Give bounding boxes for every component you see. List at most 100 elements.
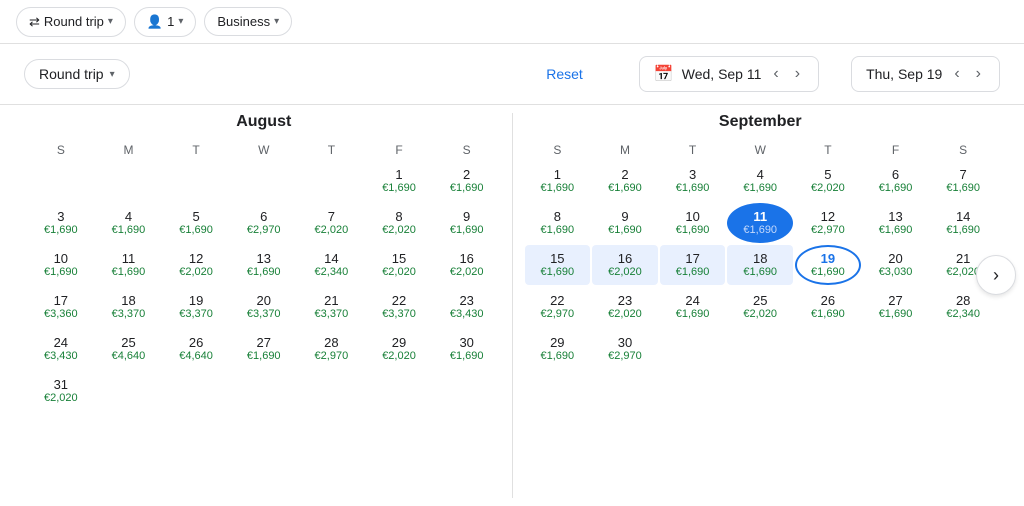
day-cell[interactable]: 29€2,020 bbox=[366, 329, 432, 369]
day-cell[interactable]: 21€3,370 bbox=[299, 287, 365, 327]
day-cell[interactable]: 11€1,690 bbox=[727, 203, 793, 243]
day-cell[interactable]: 24€3,430 bbox=[28, 329, 94, 369]
day-cell[interactable]: 13€1,690 bbox=[231, 245, 297, 285]
main-layout: Vienna VIE ⊞ All filters (1) Etihad ✕ S … bbox=[0, 44, 1024, 506]
aug-header-f: F bbox=[366, 139, 432, 161]
day-cell[interactable]: 3€1,690 bbox=[28, 203, 94, 243]
august-calendar: August S M T W T F S 1€1,6902€1,6903€1,6… bbox=[16, 105, 512, 506]
reset-btn[interactable]: Reset bbox=[546, 66, 583, 82]
day-cell[interactable]: 15€2,020 bbox=[366, 245, 432, 285]
aug-header-t2: T bbox=[299, 139, 365, 161]
day-cell[interactable]: 19€3,370 bbox=[163, 287, 229, 327]
return-date: Thu, Sep 19 bbox=[866, 66, 942, 82]
return-next-btn[interactable]: › bbox=[972, 63, 985, 85]
aug-header-s2: S bbox=[434, 139, 500, 161]
departure-prev-btn[interactable]: ‹ bbox=[769, 63, 782, 85]
class-label: Business bbox=[217, 14, 270, 29]
day-cell[interactable]: 6€2,970 bbox=[231, 203, 297, 243]
sep-header-t2: T bbox=[795, 139, 861, 161]
cal-round-trip-label: Round trip bbox=[39, 66, 104, 82]
day-cell[interactable]: 11€1,690 bbox=[96, 245, 162, 285]
day-cell[interactable]: 12€2,020 bbox=[163, 245, 229, 285]
day-cell[interactable]: 12€2,970 bbox=[795, 203, 861, 243]
return-date-selector[interactable]: Thu, Sep 19 ‹ › bbox=[851, 56, 1000, 92]
sep-header-m: M bbox=[592, 139, 658, 161]
day-cell[interactable]: 16€2,020 bbox=[592, 245, 658, 285]
day-cell[interactable]: 14€2,340 bbox=[299, 245, 365, 285]
day-cell[interactable]: 16€2,020 bbox=[434, 245, 500, 285]
class-btn[interactable]: Business ▾ bbox=[204, 7, 292, 36]
day-cell[interactable]: 2€1,690 bbox=[434, 161, 500, 201]
august-days: 1€1,6902€1,690 3€1,6904€1,6905€1,6906€2,9… bbox=[28, 161, 500, 411]
day-cell[interactable]: 30€2,970 bbox=[592, 329, 658, 369]
chevron-down-icon: ▾ bbox=[110, 69, 115, 80]
day-cell[interactable]: 31€2,020 bbox=[28, 371, 94, 411]
day-cell[interactable]: 29€1,690 bbox=[525, 329, 591, 369]
day-cell[interactable]: 27€1,690 bbox=[231, 329, 297, 369]
departure-next-btn[interactable]: › bbox=[791, 63, 804, 85]
sep-header-s2: S bbox=[930, 139, 996, 161]
day-cell[interactable]: 14€1,690 bbox=[930, 203, 996, 243]
day-cell[interactable]: 17€1,690 bbox=[660, 245, 726, 285]
day-cell[interactable]: 9€1,690 bbox=[434, 203, 500, 243]
day-cell[interactable]: 28€2,970 bbox=[299, 329, 365, 369]
day-cell[interactable]: 15€1,690 bbox=[525, 245, 591, 285]
day-cell[interactable]: 3€1,690 bbox=[660, 161, 726, 201]
sep-header-w: W bbox=[727, 139, 793, 161]
august-title: August bbox=[28, 113, 500, 131]
day-cell[interactable]: 7€2,020 bbox=[299, 203, 365, 243]
day-cell[interactable]: 18€3,370 bbox=[96, 287, 162, 327]
day-cell[interactable]: 18€1,690 bbox=[727, 245, 793, 285]
day-cell[interactable]: 10€1,690 bbox=[28, 245, 94, 285]
day-cell[interactable]: 1€1,690 bbox=[366, 161, 432, 201]
roundtrip-icon: ⇄ bbox=[29, 14, 40, 30]
return-prev-btn[interactable]: ‹ bbox=[950, 63, 963, 85]
day-cell-empty bbox=[163, 161, 229, 201]
day-cell[interactable]: 4€1,690 bbox=[727, 161, 793, 201]
day-cell[interactable]: 22€2,970 bbox=[525, 287, 591, 327]
day-cell[interactable]: 25€2,020 bbox=[727, 287, 793, 327]
day-cell[interactable]: 20€3,030 bbox=[863, 245, 929, 285]
round-trip-nav-btn[interactable]: ⇄ Round trip ▾ bbox=[16, 7, 126, 37]
day-cell[interactable]: 7€1,690 bbox=[930, 161, 996, 201]
day-cell[interactable]: 13€1,690 bbox=[863, 203, 929, 243]
day-cell[interactable]: 24€1,690 bbox=[660, 287, 726, 327]
day-cell[interactable]: 9€1,690 bbox=[592, 203, 658, 243]
day-cell[interactable]: 23€3,430 bbox=[434, 287, 500, 327]
person-icon: 👤 bbox=[147, 14, 163, 30]
sep-header-t1: T bbox=[660, 139, 726, 161]
day-cell[interactable]: 5€2,020 bbox=[795, 161, 861, 201]
calendar-next-btn[interactable]: › bbox=[976, 255, 1016, 295]
day-cell[interactable]: 4€1,690 bbox=[96, 203, 162, 243]
day-cell[interactable]: 25€4,640 bbox=[96, 329, 162, 369]
day-cell[interactable]: 27€1,690 bbox=[863, 287, 929, 327]
day-cell[interactable]: 17€3,360 bbox=[28, 287, 94, 327]
day-cell[interactable]: 23€2,020 bbox=[592, 287, 658, 327]
september-title: September bbox=[525, 113, 997, 131]
day-cell[interactable]: 26€4,640 bbox=[163, 329, 229, 369]
day-cell[interactable]: 5€1,690 bbox=[163, 203, 229, 243]
day-cell[interactable]: 6€1,690 bbox=[863, 161, 929, 201]
day-cell[interactable]: 22€3,370 bbox=[366, 287, 432, 327]
day-cell[interactable]: 20€3,370 bbox=[231, 287, 297, 327]
september-days: 1€1,6902€1,6903€1,6904€1,6905€2,0206€1,6… bbox=[525, 161, 997, 369]
departure-date-selector[interactable]: 📅 Wed, Sep 11 ‹ › bbox=[639, 56, 819, 92]
calendar-overlay: Round trip ▾ Reset 📅 Wed, Sep 11 ‹ › Thu… bbox=[0, 44, 1024, 506]
aug-header-t1: T bbox=[163, 139, 229, 161]
day-cell[interactable]: 19€1,690 bbox=[795, 245, 861, 285]
day-cell[interactable]: 26€1,690 bbox=[795, 287, 861, 327]
passengers-btn[interactable]: 👤 1 ▾ bbox=[134, 7, 196, 37]
day-cell[interactable]: 1€1,690 bbox=[525, 161, 591, 201]
passengers-count: 1 bbox=[167, 14, 174, 29]
day-cell[interactable]: 28€2,340 bbox=[930, 287, 996, 327]
day-cell[interactable]: 2€1,690 bbox=[592, 161, 658, 201]
day-cell[interactable]: 10€1,690 bbox=[660, 203, 726, 243]
day-cell[interactable]: 8€2,020 bbox=[366, 203, 432, 243]
day-cell[interactable]: 30€1,690 bbox=[434, 329, 500, 369]
cal-round-trip-btn[interactable]: Round trip ▾ bbox=[24, 59, 130, 89]
day-cell[interactable]: 8€1,690 bbox=[525, 203, 591, 243]
calendar-icon: 📅 bbox=[654, 64, 674, 84]
september-grid: S M T W T F S bbox=[525, 139, 997, 161]
sep-header-f: F bbox=[863, 139, 929, 161]
aug-header-w: W bbox=[231, 139, 297, 161]
